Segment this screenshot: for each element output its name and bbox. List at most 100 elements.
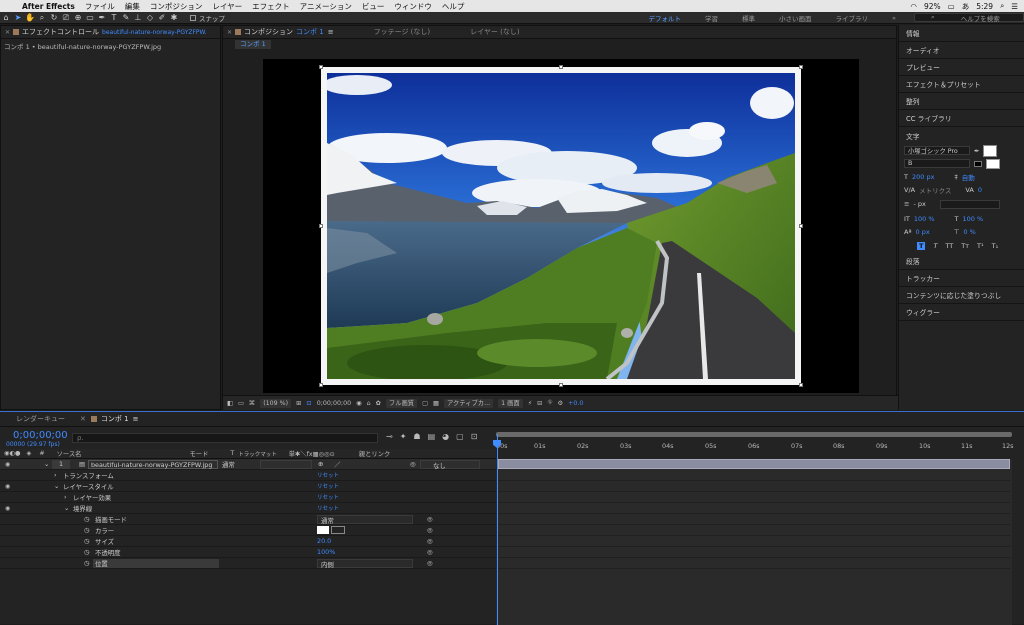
property-row[interactable]: › トランスフォーム リセット [0, 470, 496, 481]
wifi-icon[interactable]: ◠ [910, 2, 917, 11]
reset-exposure-icon[interactable]: ⚙ [557, 400, 563, 407]
panel-info[interactable]: 情報 [899, 25, 1024, 42]
close-icon[interactable]: ✕ [227, 29, 232, 36]
expression-link-icon[interactable]: ◎ [427, 515, 433, 523]
lock-icon[interactable] [235, 29, 242, 35]
clock[interactable]: 5:29 [976, 2, 993, 11]
playhead-line[interactable] [497, 434, 498, 625]
small-caps-button[interactable]: Tт [961, 242, 969, 250]
camera-tool-icon[interactable]: ⎚ [60, 12, 72, 24]
hand-tool-icon[interactable]: ✋ [24, 12, 36, 24]
eyedropper-icon[interactable] [331, 526, 345, 534]
panel-preview[interactable]: プレビュー [899, 59, 1024, 76]
expression-link-icon[interactable]: ◎ [427, 537, 433, 545]
menu-icon[interactable]: ≡ [328, 28, 334, 36]
frame-blending-icon[interactable]: ▤ [428, 432, 436, 441]
col-trkmat[interactable]: トラックマット [238, 450, 277, 458]
puppet-tool-icon[interactable]: ✱ [168, 12, 180, 24]
size-value[interactable]: 20.0 [317, 537, 331, 545]
selected-layer[interactable] [321, 67, 801, 385]
snapshot-icon[interactable]: ◉ [356, 400, 362, 407]
workspace-learn[interactable]: 学習 [693, 13, 730, 23]
eye-icon[interactable]: ◉ [5, 505, 10, 512]
reset-link[interactable]: リセット [317, 471, 339, 479]
layer-mode-dropdown[interactable]: 通常 [222, 460, 235, 469]
roi-icon[interactable]: ▢ [422, 400, 428, 407]
transform-handle[interactable] [799, 65, 803, 69]
roto-tool-icon[interactable]: ✐ [156, 12, 168, 24]
help-search-input[interactable]: ⌕ ヘルプを検索 [914, 13, 1024, 23]
battery-icon[interactable]: ▭ [948, 2, 955, 11]
tracking-value[interactable]: 0 [978, 186, 982, 194]
col-mode[interactable]: モード [189, 449, 208, 458]
expression-link-icon[interactable]: ◎ [427, 548, 433, 556]
timeline-icon[interactable]: ⊟ [537, 400, 542, 407]
home-icon[interactable]: ⌂ [0, 12, 12, 24]
faux-bold-button[interactable]: T [917, 241, 926, 250]
notification-icon[interactable]: ☰ [1011, 2, 1018, 11]
eraser-tool-icon[interactable]: ◇ [144, 12, 156, 24]
layer-name-field[interactable]: beautiful-nature-norway-PGYZFPW.jpg [88, 459, 218, 469]
av-features-icon[interactable]: ◉◐● [4, 450, 20, 457]
rotate-tool-icon[interactable]: ↻ [48, 12, 60, 24]
comp-timeline-tab[interactable]: ✕ コンポ 1 ≡ [80, 414, 138, 424]
draft-3d-icon[interactable]: ✦ [400, 432, 407, 441]
stopwatch-icon[interactable]: ◷ [84, 537, 90, 545]
mask-visibility-icon[interactable]: ⌘ [249, 400, 255, 407]
close-icon[interactable]: ✕ [5, 29, 10, 36]
position-dropdown[interactable]: 内側 [317, 558, 413, 569]
footage-tab[interactable]: フッテージ (なし) [374, 27, 431, 37]
close-icon[interactable]: ✕ [80, 415, 86, 423]
panel-paragraph[interactable]: 段落 [899, 253, 1024, 270]
superscript-button[interactable]: T¹ [977, 242, 984, 250]
menu-composition[interactable]: コンポジション [150, 1, 203, 12]
stroke-color-swatch[interactable] [986, 158, 1000, 169]
zoom-timeline-icon[interactable]: ⊡ [471, 432, 478, 441]
property-row[interactable]: ◷ カラー ◎ [0, 525, 496, 536]
grid-icon[interactable]: ⊞ [296, 400, 301, 407]
eye-icon[interactable]: ◉ [5, 461, 10, 468]
fill-color-swatch[interactable] [983, 144, 998, 157]
subscript-button[interactable]: T₁ [992, 242, 999, 250]
vertical-scale-value[interactable]: 100 % [914, 215, 935, 223]
transform-handle[interactable] [559, 383, 563, 387]
leading-value[interactable]: 自動 [962, 172, 975, 182]
stopwatch-icon[interactable]: ◷ [84, 526, 90, 534]
input-method[interactable]: あ [962, 1, 970, 12]
comp-navigator-item[interactable]: コンポ 1 [235, 39, 271, 49]
exposure-value[interactable]: +0.0 [568, 400, 583, 407]
comp-mini-flowchart-icon[interactable]: ⊸ [386, 432, 393, 441]
layer-row[interactable]: ◉ ⌄ 1 ▤ beautiful-nature-norway-PGYZFPW.… [0, 459, 496, 470]
transform-handle[interactable] [319, 65, 323, 69]
composition-tab-name[interactable]: コンポ 1 [296, 27, 324, 37]
region-icon[interactable]: ⊡ [306, 400, 311, 407]
composition-viewer[interactable] [263, 59, 859, 393]
flowchart-icon[interactable]: ⛗ [547, 399, 552, 407]
zoom-tool-icon[interactable]: ⌕ [36, 12, 48, 24]
views-dropdown[interactable]: 1 画面 [498, 398, 523, 408]
transform-handle[interactable] [319, 224, 323, 228]
pickwhip-icon[interactable]: ◎ [410, 460, 416, 468]
panel-cc-libraries[interactable]: CC ライブラリ [899, 110, 1024, 127]
property-row[interactable]: ◉ ⌄ 境界線 リセット [0, 503, 496, 514]
panel-content-aware-fill[interactable]: コンテンツに応じた塗りつぶし [899, 287, 1024, 304]
selection-tool-icon[interactable]: ➤ [12, 12, 24, 24]
pen-tool-icon[interactable]: ✒ [96, 12, 108, 24]
col-source-name[interactable]: ソース名 [57, 449, 82, 458]
stopwatch-icon[interactable]: ◷ [84, 515, 90, 523]
horizontal-scale-value[interactable]: 100 % [963, 215, 984, 223]
pan-behind-tool-icon[interactable]: ⊕ [72, 12, 84, 24]
property-row[interactable]: ◷ 位置 内側 ◎ [0, 558, 496, 569]
menu-animation[interactable]: アニメーション [300, 1, 352, 12]
shy-switch-icon[interactable]: ⊕ [318, 460, 323, 468]
menu-layer[interactable]: レイヤー [212, 1, 242, 12]
time-ruler[interactable]: 00s 01s 02s 03s 04s 05s 06s 07s 08s 09s … [496, 432, 1024, 460]
snap-toggle[interactable]: スナップ [190, 13, 225, 23]
resolution-dropdown[interactable]: フル画質 [385, 398, 418, 408]
menu-icon[interactable]: ≡ [133, 415, 139, 423]
always-preview-icon[interactable]: ◧ [227, 400, 233, 407]
transparency-grid-icon[interactable]: ▦ [433, 400, 439, 407]
panel-wiggler[interactable]: ウィグラー [899, 304, 1024, 321]
expand-chevron-icon[interactable]: ⌄ [64, 504, 69, 512]
label-icon[interactable]: ◈ [26, 450, 31, 457]
